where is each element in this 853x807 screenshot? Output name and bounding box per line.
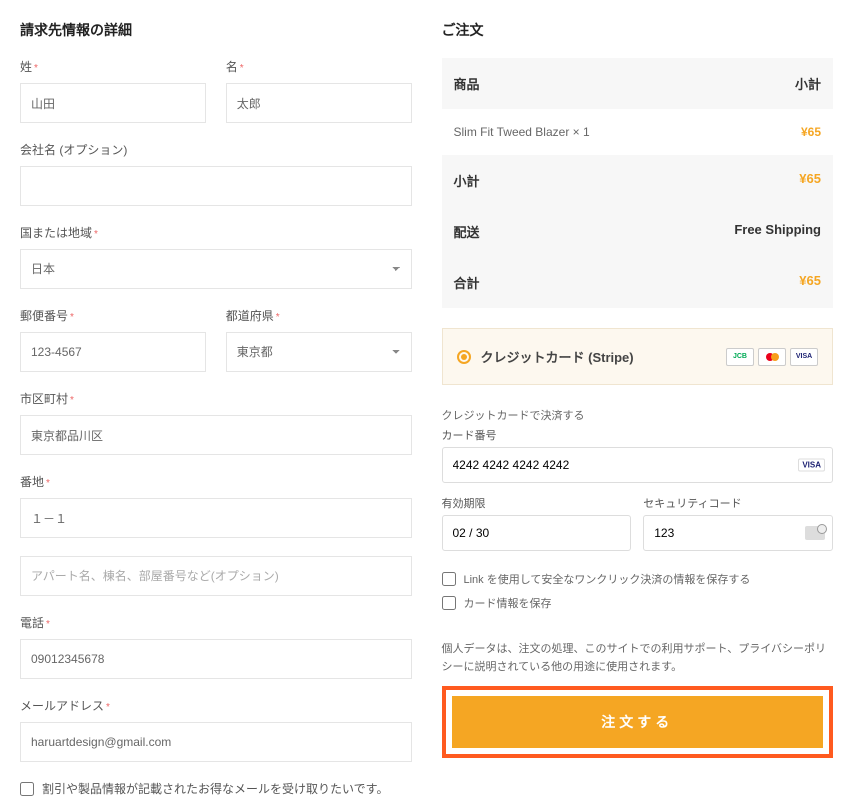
subtotal-value: ¥65 bbox=[799, 171, 821, 190]
first-name-input[interactable] bbox=[226, 83, 412, 123]
place-order-button[interactable]: 注文する bbox=[452, 696, 824, 748]
save-card-label: カード情報を保存 bbox=[464, 595, 552, 611]
country-label: 国または地域 bbox=[20, 224, 412, 241]
phone-label: 電話 bbox=[20, 614, 412, 631]
last-name-label: 姓 bbox=[20, 58, 206, 75]
company-input[interactable] bbox=[20, 166, 412, 206]
visa-icon: VISA bbox=[790, 348, 818, 366]
mastercard-icon bbox=[758, 348, 786, 366]
optin-label: 割引や製品情報が記載されたお得なメールを受け取りたいです。 bbox=[42, 780, 388, 797]
order-table: 商品 小計 Slim Fit Tweed Blazer × 1 ¥65 小計 ¥… bbox=[442, 58, 834, 308]
total-value: ¥65 bbox=[799, 273, 821, 292]
item-price: ¥65 bbox=[801, 125, 821, 139]
postcode-label: 郵便番号 bbox=[20, 307, 206, 324]
state-label: 都道府県 bbox=[226, 307, 412, 324]
address1-input[interactable] bbox=[20, 498, 412, 538]
card-number-input[interactable] bbox=[442, 447, 834, 483]
subtotal-label: 小計 bbox=[454, 171, 480, 190]
phone-input[interactable] bbox=[20, 639, 412, 679]
city-input[interactable] bbox=[20, 415, 412, 455]
address1-label: 番地 bbox=[20, 473, 412, 490]
save-card-checkbox[interactable] bbox=[442, 596, 456, 610]
email-label: メールアドレス bbox=[20, 697, 412, 714]
expiry-input[interactable] bbox=[442, 515, 632, 551]
th-product: 商品 bbox=[454, 74, 480, 93]
item-name: Slim Fit Tweed Blazer × 1 bbox=[454, 125, 590, 139]
shipping-value: Free Shipping bbox=[734, 222, 821, 241]
visa-badge-icon: VISA bbox=[798, 459, 825, 472]
payment-method[interactable]: クレジットカード (Stripe) JCB VISA bbox=[442, 328, 834, 385]
order-button-highlight: 注文する bbox=[442, 686, 834, 758]
link-checkbox[interactable] bbox=[442, 572, 456, 586]
billing-title: 請求先情報の詳細 bbox=[20, 20, 412, 40]
jcb-icon: JCB bbox=[726, 348, 754, 366]
card-number-label: カード番号 bbox=[442, 427, 834, 443]
th-subtotal: 小計 bbox=[795, 74, 821, 93]
country-select[interactable]: 日本 bbox=[20, 249, 412, 289]
first-name-label: 名 bbox=[226, 58, 412, 75]
cc-desc: クレジットカードで決済する bbox=[442, 407, 834, 423]
payment-method-label: クレジットカード (Stripe) bbox=[481, 347, 634, 366]
card-logos: JCB VISA bbox=[726, 348, 818, 366]
cvc-card-icon bbox=[805, 526, 825, 540]
shipping-label: 配送 bbox=[454, 222, 480, 241]
cvc-label: セキュリティコード bbox=[643, 495, 833, 511]
privacy-text: 個人データは、注文の処理、このサイトでの利用サポート、プライバシーポリシーに説明… bbox=[442, 641, 834, 676]
city-label: 市区町村 bbox=[20, 390, 412, 407]
radio-selected-icon bbox=[457, 350, 471, 364]
address2-input[interactable] bbox=[20, 556, 412, 596]
optin-checkbox[interactable] bbox=[20, 782, 34, 796]
expiry-label: 有効期限 bbox=[442, 495, 632, 511]
last-name-input[interactable] bbox=[20, 83, 206, 123]
postcode-input[interactable] bbox=[20, 332, 206, 372]
email-input[interactable] bbox=[20, 722, 412, 762]
state-select[interactable]: 東京都 bbox=[226, 332, 412, 372]
company-label: 会社名 (オプション) bbox=[20, 141, 412, 158]
order-title: ご注文 bbox=[442, 20, 834, 40]
total-label: 合計 bbox=[454, 273, 480, 292]
link-label: Link を使用して安全なワンクリック決済の情報を保存する bbox=[464, 571, 751, 587]
